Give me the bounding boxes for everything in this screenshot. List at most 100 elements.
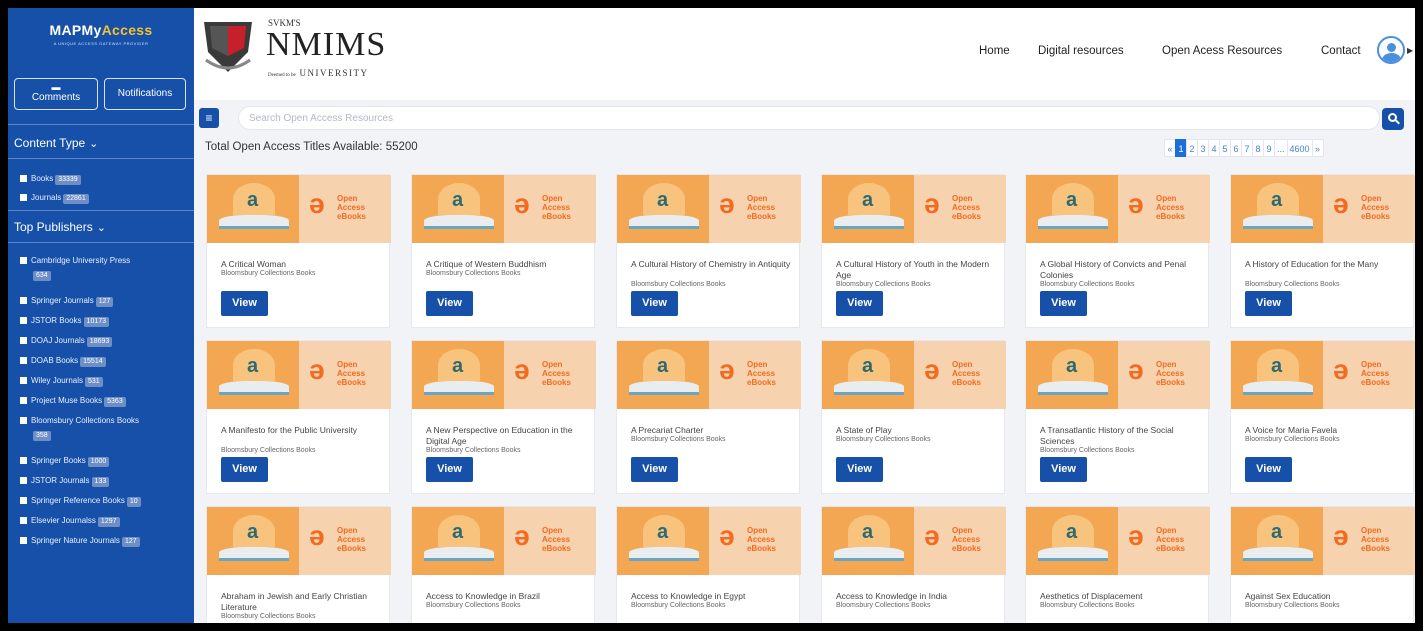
oa-symbol: a: [452, 521, 464, 543]
view-button[interactable]: View: [1245, 291, 1292, 316]
view-button[interactable]: View: [1245, 457, 1292, 482]
open-access-ebook-cover[interactable]: a ə Open Access eBooks: [822, 341, 1006, 409]
open-access-ebook-cover[interactable]: a ə Open Access eBooks: [1231, 507, 1415, 575]
resource-card: a ə Open Access eBooks Access to Knowledge in…: [616, 506, 801, 623]
oa-symbol: a: [1066, 521, 1078, 543]
publisher-filter[interactable]: Springer Journals 127: [20, 296, 114, 307]
checkbox[interactable]: [20, 297, 27, 304]
open-access-ebook-cover[interactable]: a ə Open Access eBooks: [617, 507, 801, 575]
oa-line: Open: [542, 526, 563, 535]
publisher-filter[interactable]: Cambridge University Press 634: [20, 256, 130, 281]
open-access-ebook-cover[interactable]: a ə Open Access eBooks: [1231, 341, 1415, 409]
checkbox[interactable]: [20, 537, 27, 544]
nav-open-access-resources[interactable]: Open Acess Resources: [1162, 45, 1282, 57]
resource-card: a ə Open Access eBooks Aesthetics of Displace…: [1025, 506, 1210, 623]
open-access-ebook-cover[interactable]: a ə Open Access eBooks: [207, 175, 391, 243]
oa-symbol: a: [1066, 189, 1078, 211]
publisher-filter[interactable]: Springer Reference Books 10: [20, 496, 141, 507]
comments-label: Comments: [31, 92, 81, 103]
oa-line: Access: [337, 535, 366, 544]
publisher-filter[interactable]: Elsevier Journalss 1297: [20, 516, 120, 527]
search-button[interactable]: [1382, 108, 1404, 130]
open-access-ebook-cover[interactable]: a ə Open Access eBooks: [822, 507, 1006, 575]
view-button[interactable]: View: [1040, 457, 1087, 482]
checkbox[interactable]: [20, 417, 27, 424]
publisher-filter[interactable]: DOAJ Journals 18693: [20, 336, 113, 347]
nav-digital-resources[interactable]: Digital resources: [1038, 45, 1124, 57]
notifications-button[interactable]: Notifications: [104, 78, 186, 110]
checkbox[interactable]: [20, 194, 27, 201]
caret-right-icon[interactable]: ▶: [1407, 46, 1413, 55]
content-type-filter[interactable]: Books 33339: [20, 174, 81, 185]
view-button[interactable]: View: [221, 457, 268, 482]
publisher-filter[interactable]: Bloomsbury Collections Books 358: [20, 416, 139, 441]
view-button[interactable]: View: [631, 457, 678, 482]
checkbox[interactable]: [20, 357, 27, 364]
card-publisher: Bloomsbury Collections Books: [1245, 281, 1340, 288]
resource-card: a ə Open Access eBooks A History of Education…: [1230, 174, 1415, 328]
card-publisher: Bloomsbury Collections Books: [426, 602, 521, 609]
open-access-ebook-cover[interactable]: a ə Open Access eBooks: [412, 175, 596, 243]
view-button[interactable]: View: [426, 291, 473, 316]
checkbox[interactable]: [20, 175, 27, 182]
open-access-ebook-cover[interactable]: a ə Open Access eBooks: [412, 341, 596, 409]
publisher-filter[interactable]: JSTOR Journals 133: [20, 476, 110, 487]
oa-line: eBooks: [747, 378, 776, 387]
comments-button[interactable]: ▬ Comments: [14, 78, 98, 110]
user-avatar-icon[interactable]: [1377, 36, 1405, 64]
view-button[interactable]: View: [836, 457, 883, 482]
checkbox[interactable]: [20, 377, 27, 384]
page-link[interactable]: 4600: [1286, 139, 1313, 157]
filter-label: JSTOR Journals: [31, 476, 90, 485]
page-link[interactable]: »: [1311, 139, 1324, 157]
view-button[interactable]: View: [1040, 291, 1087, 316]
publisher-filter[interactable]: DOAB Books 15514: [20, 356, 106, 367]
open-access-ebook-cover[interactable]: a ə Open Access eBooks: [617, 341, 801, 409]
view-button[interactable]: View: [426, 457, 473, 482]
publisher-filter[interactable]: Springer Books 1000: [20, 456, 110, 467]
oa-line: eBooks: [1361, 212, 1390, 221]
publisher-filter[interactable]: Project Muse Books 5363: [20, 396, 126, 407]
search-input[interactable]: [238, 106, 1380, 130]
resource-card: a ə Open Access eBooks A Voice for Maria Fave…: [1230, 340, 1415, 494]
open-access-ebook-cover[interactable]: a ə Open Access eBooks: [822, 175, 1006, 243]
nav-contact[interactable]: Contact: [1321, 45, 1361, 57]
checkbox[interactable]: [20, 477, 27, 484]
view-button[interactable]: View: [631, 291, 678, 316]
divider: [8, 124, 194, 125]
checkbox[interactable]: [20, 257, 27, 264]
checkbox[interactable]: [20, 517, 27, 524]
checkbox[interactable]: [20, 397, 27, 404]
checkbox[interactable]: [20, 497, 27, 504]
filter-label: Elsevier Journalss: [31, 516, 96, 525]
checkbox[interactable]: [20, 457, 27, 464]
oa-symbol: a: [247, 355, 259, 377]
content-type-filter[interactable]: Journals 22861: [20, 193, 89, 204]
app-frame: MAPMyAccess A UNIQUE ACCESS GATEWAY PROV…: [8, 8, 1415, 623]
open-access-ebook-cover[interactable]: a ə Open Access eBooks: [1026, 341, 1210, 409]
view-button[interactable]: View: [836, 291, 883, 316]
checkbox[interactable]: [20, 317, 27, 324]
open-access-ebook-cover[interactable]: a ə Open Access eBooks: [207, 341, 391, 409]
publisher-filter[interactable]: JSTOR Books 10173: [20, 316, 110, 327]
nav-home[interactable]: Home: [979, 45, 1010, 57]
count-badge: 358: [33, 431, 51, 441]
open-access-ebook-cover[interactable]: a ə Open Access eBooks: [1231, 175, 1415, 243]
menu-toggle-button[interactable]: ≡: [199, 108, 219, 128]
card-title: A History of Education for the Many: [1245, 259, 1379, 269]
page-link[interactable]: ...: [1274, 139, 1288, 157]
open-access-ebook-cover[interactable]: a ə Open Access eBooks: [1026, 175, 1210, 243]
publisher-filter[interactable]: Wiley Journals 531: [20, 376, 103, 387]
brand-logo[interactable]: MAPMyAccess: [8, 22, 194, 38]
publisher-filter[interactable]: Springer Nature Journals 127: [20, 536, 140, 547]
view-button[interactable]: View: [221, 291, 268, 316]
divider: [8, 210, 194, 211]
open-access-ebook-cover[interactable]: a ə Open Access eBooks: [617, 175, 801, 243]
open-access-ebook-cover[interactable]: a ə Open Access eBooks: [207, 507, 391, 575]
open-access-ebook-cover[interactable]: a ə Open Access eBooks: [1026, 507, 1210, 575]
content-type-heading[interactable]: Content Type ⌄: [14, 136, 98, 150]
top-publishers-heading[interactable]: Top Publishers ⌄: [14, 220, 106, 234]
open-access-ebook-cover[interactable]: a ə Open Access eBooks: [412, 507, 596, 575]
card-title: A New Perspective on Education in the Di…: [426, 425, 573, 446]
checkbox[interactable]: [20, 337, 27, 344]
